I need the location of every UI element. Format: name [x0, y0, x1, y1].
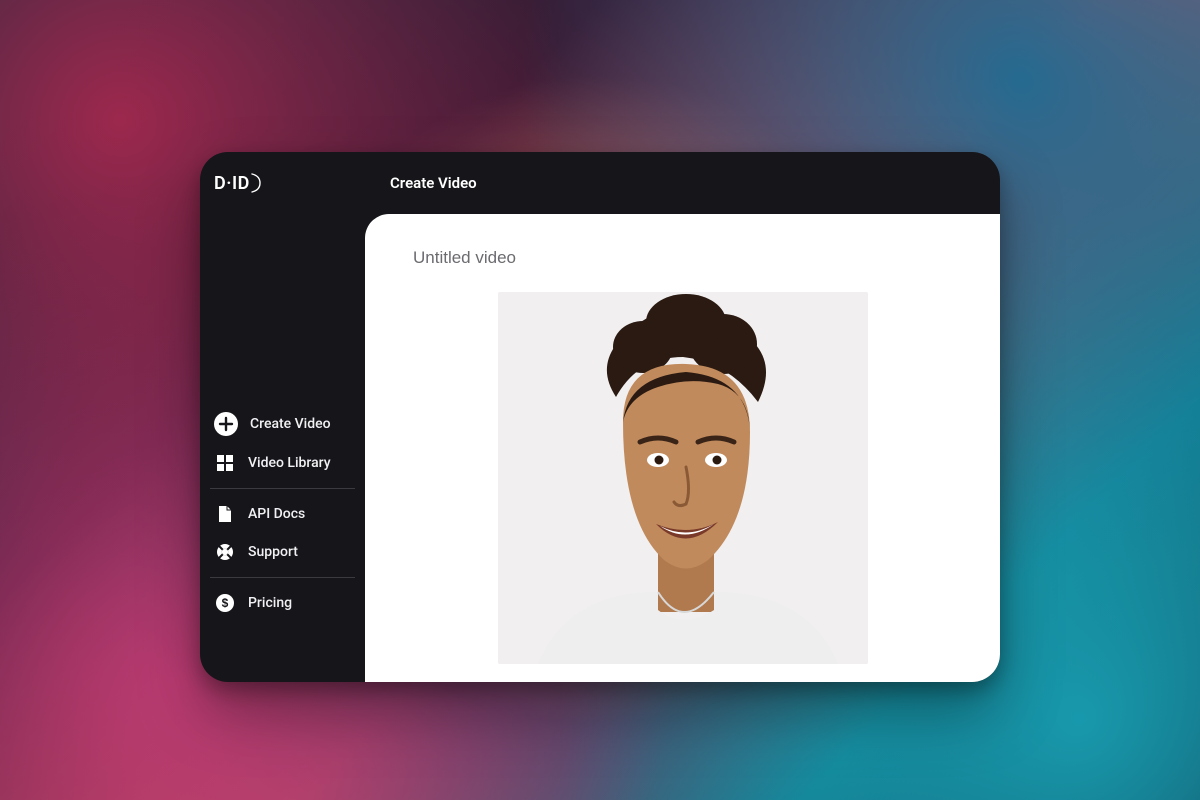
sidebar-item-label: Video Library [248, 455, 331, 471]
preview-area [405, 292, 960, 682]
sidebar-item-label: Pricing [248, 595, 292, 611]
brand-logo-mark-icon [250, 172, 264, 194]
sidebar: Create Video Video Library API Docs [200, 214, 365, 682]
sidebar-item-label: Create Video [250, 416, 331, 432]
app-window: D·ID Create Video Create Video Video Lib… [200, 152, 1000, 682]
sidebar-separator [210, 488, 355, 489]
presenter-avatar-icon [498, 292, 868, 664]
presenter-preview[interactable] [498, 292, 868, 664]
sidebar-item-api-docs[interactable]: API Docs [200, 495, 365, 533]
document-icon [214, 503, 236, 525]
dollar-circle-icon: $ [214, 592, 236, 614]
brand-logo-text: D·ID [214, 173, 250, 194]
svg-text:$: $ [222, 596, 229, 610]
logo-area: D·ID [200, 172, 365, 194]
lifebuoy-icon [214, 541, 236, 563]
video-title-input[interactable] [405, 238, 738, 278]
sidebar-item-pricing[interactable]: $ Pricing [200, 584, 365, 622]
sidebar-item-create-video[interactable]: Create Video [200, 404, 365, 444]
brand-logo[interactable]: D·ID [214, 172, 264, 194]
sidebar-item-label: Support [248, 544, 298, 560]
body-row: Create Video Video Library API Docs [200, 214, 1000, 682]
grid-icon [214, 452, 236, 474]
topbar: D·ID Create Video [200, 152, 1000, 214]
sidebar-item-support[interactable]: Support [200, 533, 365, 571]
plus-circle-icon [214, 412, 238, 436]
sidebar-separator [210, 577, 355, 578]
content-panel [365, 214, 1000, 682]
sidebar-item-label: API Docs [248, 506, 305, 522]
sidebar-item-video-library[interactable]: Video Library [200, 444, 365, 482]
page-title: Create Video [365, 174, 477, 192]
